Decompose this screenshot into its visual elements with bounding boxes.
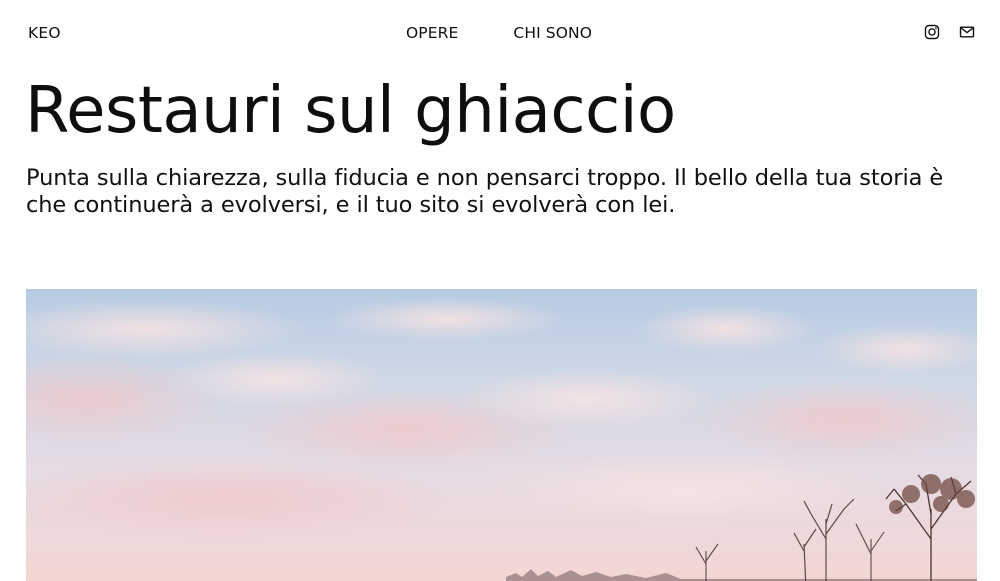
main-nav: OPERE CHI SONO <box>406 23 592 43</box>
site-header: KEO OPERE CHI SONO <box>0 0 1000 66</box>
nav-link-chi-sono[interactable]: CHI SONO <box>513 23 592 43</box>
nav-link-opere[interactable]: OPERE <box>406 23 458 43</box>
page: KEO OPERE CHI SONO Restauri sul ghiaccio <box>0 0 1000 581</box>
page-title: Restauri sul ghiaccio <box>25 74 676 148</box>
mail-icon[interactable] <box>959 24 975 40</box>
page-subtitle: Punta sulla chiarezza, sulla fiducia e n… <box>26 165 944 218</box>
instagram-icon[interactable] <box>924 24 940 40</box>
hero-image <box>26 289 977 581</box>
social-links <box>924 24 975 40</box>
logo-link[interactable]: KEO <box>28 23 61 43</box>
landscape-photo <box>26 289 977 581</box>
